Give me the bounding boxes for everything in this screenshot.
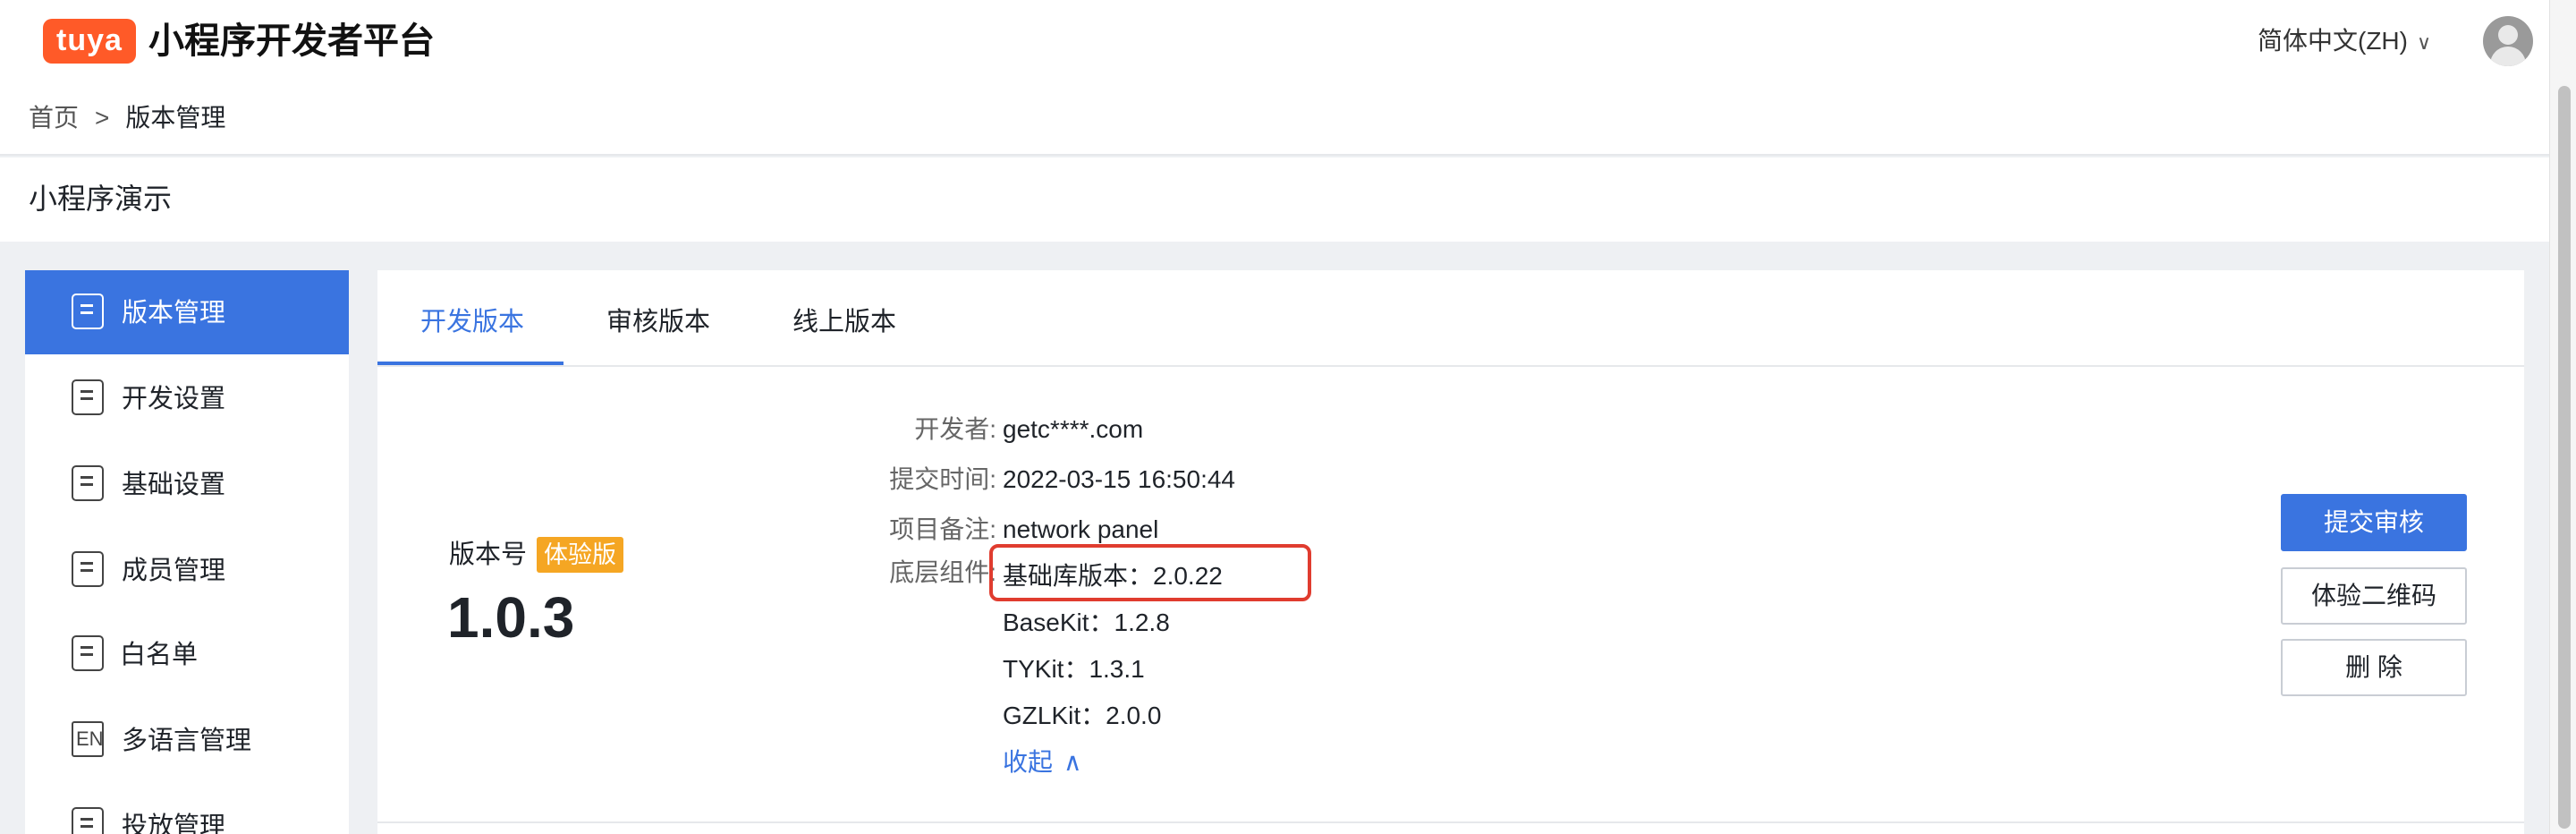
language-switcher[interactable]: 简体中文(ZH) ∨ xyxy=(2258,25,2431,59)
sidebar-item-members[interactable]: 成员管理 xyxy=(25,528,349,612)
version-number: 1.0.3 xyxy=(447,585,575,650)
top-header: tuya 小程序开发者平台 简体中文(ZH) ∨ xyxy=(0,0,2549,82)
tuya-logo[interactable]: tuya xyxy=(43,19,136,64)
main-panel: 开发版本 审核版本 线上版本 版本号 体验版 1.0.3 开发者: getc**… xyxy=(377,270,2524,834)
whitelist-icon xyxy=(72,635,104,671)
submit-time-key: 提交时间: xyxy=(889,465,996,493)
sidebar: 版本管理 开发设置 基础设置 成员管理 白名单 EN 多语言管理 投放管理 xyxy=(25,270,349,834)
platform-title: 小程序开发者平台 xyxy=(148,21,435,61)
component-tykit: TYKit：1.3.1 xyxy=(1003,655,1145,683)
sidebar-item-label: 开发设置 xyxy=(122,385,226,413)
sidebar-item-delivery[interactable]: 投放管理 xyxy=(25,784,349,834)
sidebar-item-label: 版本管理 xyxy=(122,299,226,328)
qr-code-button[interactable]: 体验二维码 xyxy=(2281,567,2467,625)
title-bar: 小程序演示 xyxy=(0,157,2549,242)
tab-dev-version[interactable]: 开发版本 xyxy=(420,306,524,338)
sidebar-item-languages[interactable]: EN 多语言管理 xyxy=(25,698,349,782)
user-avatar-icon[interactable] xyxy=(2483,16,2533,66)
tab-online-version[interactable]: 线上版本 xyxy=(792,306,896,338)
breadcrumb: 首页 > 版本管理 xyxy=(29,102,225,134)
dev-settings-icon xyxy=(72,379,104,415)
version-icon xyxy=(72,294,104,329)
avatar-head xyxy=(2498,25,2518,45)
scrollbar-thumb[interactable] xyxy=(2558,86,2571,829)
delivery-icon xyxy=(72,807,104,834)
chevron-up-icon: ∧ xyxy=(1063,748,1082,776)
language-label: 简体中文(ZH) xyxy=(2258,27,2408,55)
remark-value: network panel xyxy=(1003,515,1159,543)
active-tab-indicator xyxy=(377,362,564,365)
sidebar-item-label: 投放管理 xyxy=(122,813,226,834)
highlight-annotation xyxy=(989,544,1311,601)
sidebar-item-version-management[interactable]: 版本管理 xyxy=(25,270,349,354)
basic-settings-icon xyxy=(72,465,104,501)
version-label: 版本号 xyxy=(449,540,528,569)
experience-badge: 体验版 xyxy=(537,537,623,573)
version-tabs: 开发版本 审核版本 线上版本 xyxy=(377,270,2524,367)
sidebar-item-whitelist[interactable]: 白名单 xyxy=(25,612,349,696)
page-title: 小程序演示 xyxy=(29,183,173,215)
sidebar-item-label: 多语言管理 xyxy=(122,727,252,755)
submit-review-button[interactable]: 提交审核 xyxy=(2281,494,2467,551)
divider xyxy=(377,821,2524,823)
component-gzlkit: GZLKit：2.0.0 xyxy=(1003,702,1162,729)
chevron-down-icon: ∨ xyxy=(2416,31,2432,54)
sidebar-item-basic-settings[interactable]: 基础设置 xyxy=(25,442,349,526)
collapse-link[interactable]: 收起 ∧ xyxy=(1003,746,1082,779)
breadcrumb-bar: 首页 > 版本管理 xyxy=(0,82,2549,156)
remark-key: 项目备注: xyxy=(889,515,996,543)
sidebar-item-label: 白名单 xyxy=(120,641,199,669)
breadcrumb-home[interactable]: 首页 xyxy=(29,104,79,132)
developer-key: 开发者: xyxy=(914,415,996,443)
submit-time-value: 2022-03-15 16:50:44 xyxy=(1003,465,1235,493)
sidebar-item-label: 基础设置 xyxy=(122,471,226,499)
breadcrumb-current: 版本管理 xyxy=(125,104,226,132)
collapse-label: 收起 xyxy=(1003,748,1054,776)
component-basekit: BaseKit：1.2.8 xyxy=(1003,608,1170,636)
tab-review-version[interactable]: 审核版本 xyxy=(606,306,710,338)
avatar-body xyxy=(2490,47,2526,66)
page-scrollbar[interactable] xyxy=(2549,0,2576,834)
developer-value: getc****.com xyxy=(1003,415,1144,443)
language-icon-text: EN xyxy=(76,728,104,750)
sidebar-item-label: 成员管理 xyxy=(122,557,226,585)
breadcrumb-separator: > xyxy=(95,104,110,132)
member-icon xyxy=(72,551,104,587)
delete-button[interactable]: 删 除 xyxy=(2281,639,2467,696)
components-key: 底层组件: xyxy=(889,558,996,586)
sidebar-item-dev-settings[interactable]: 开发设置 xyxy=(25,356,349,440)
language-icon: EN xyxy=(72,721,104,757)
